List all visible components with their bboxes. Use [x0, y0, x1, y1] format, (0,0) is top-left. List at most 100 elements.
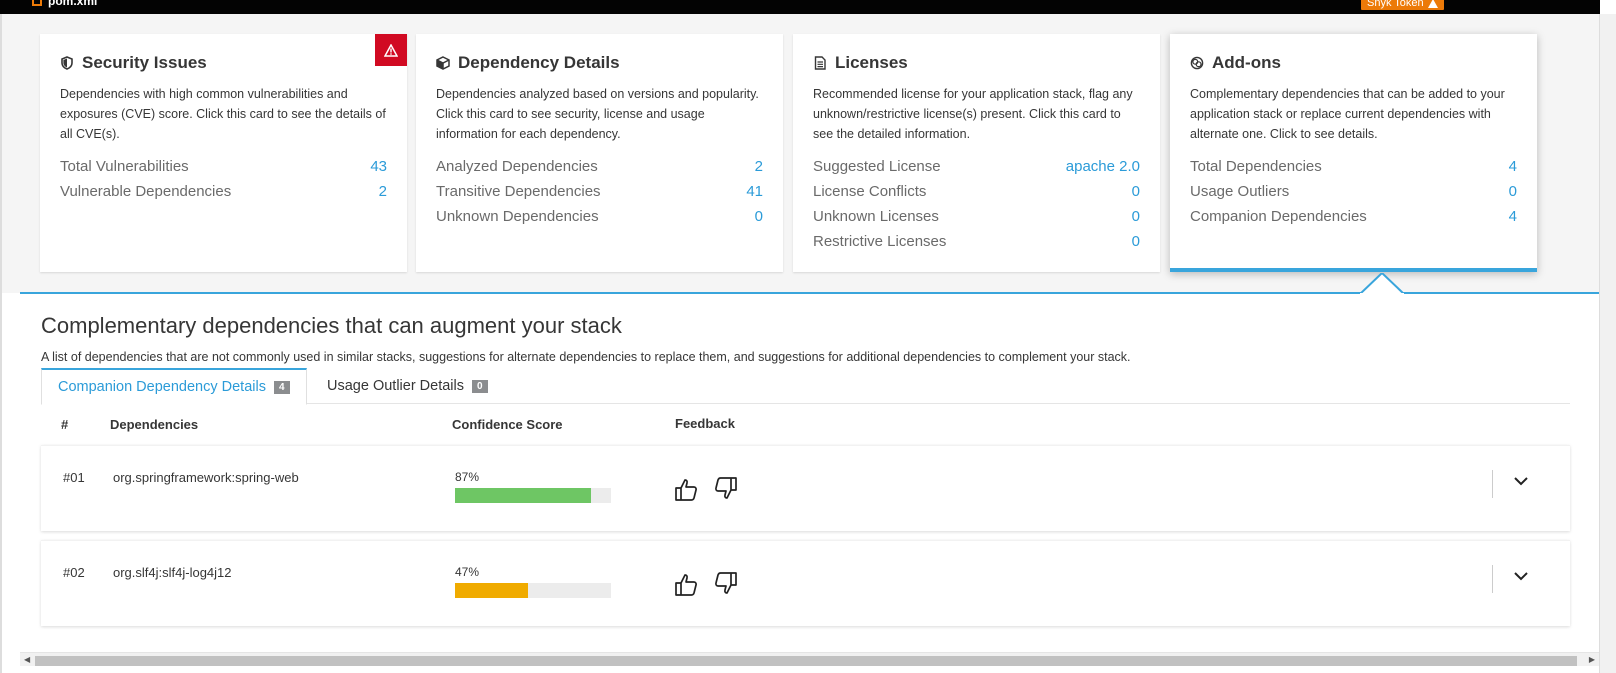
stat-value[interactable]: 41 [746, 179, 763, 204]
stat-value[interactable]: 0 [1132, 179, 1140, 204]
thumbs-up-icon[interactable] [673, 476, 701, 504]
row-divider [1492, 470, 1493, 498]
row-number: #02 [63, 565, 85, 580]
card-title-text: Dependency Details [458, 53, 620, 72]
tab-label: Usage Outlier Details [327, 378, 464, 394]
stat-label: Analyzed Dependencies [436, 158, 598, 175]
licenses-card[interactable]: Licenses Recommended license for your ap… [793, 34, 1160, 272]
card-title: Dependency Details [436, 48, 763, 78]
stat-row: Restrictive Licenses 0 [813, 229, 1140, 254]
stat-value[interactable]: 0 [1132, 204, 1140, 229]
column-header-number: # [61, 417, 69, 432]
column-header-dependencies: Dependencies [110, 417, 199, 432]
stat-label: Unknown Dependencies [436, 208, 599, 225]
column-header-confidence-score: Confidence Score [452, 417, 563, 432]
addons-icon [1190, 56, 1204, 70]
chevron-down-icon[interactable] [1513, 571, 1529, 581]
card-title-text: Licenses [835, 53, 908, 72]
file-tab[interactable]: pom.xml [32, 0, 97, 8]
add-ons-card[interactable]: Add-ons Complementary dependencies that … [1170, 34, 1537, 272]
tab-label: Companion Dependency Details [58, 379, 266, 395]
card-title: Licenses [813, 48, 1140, 78]
stat-label: Suggested License [813, 158, 941, 175]
security-issues-card[interactable]: Security Issues Dependencies with high c… [40, 34, 407, 272]
document-icon [814, 56, 826, 70]
stat-value[interactable]: 0 [1509, 179, 1517, 204]
section-title: Complementary dependencies that can augm… [41, 313, 622, 338]
table-row[interactable]: #01 org.springframework:spring-web 87% [41, 445, 1570, 531]
thumbs-down-icon[interactable] [713, 571, 741, 599]
count-badge: 4 [273, 380, 290, 394]
stat-row: License Conflicts 0 [813, 179, 1140, 204]
dependency-details-card[interactable]: Dependency Details Dependencies analyzed… [416, 34, 783, 272]
stat-label: Usage Outliers [1190, 183, 1290, 200]
stat-row: Usage Outliers 0 [1190, 179, 1517, 204]
stat-value[interactable]: 0 [1132, 229, 1140, 254]
horizontal-scrollbar[interactable]: ◀ ▶ [20, 652, 1599, 666]
chevron-down-icon[interactable] [1513, 476, 1529, 486]
card-description: Dependencies analyzed based on versions … [436, 87, 759, 141]
stat-label: Total Dependencies [1190, 158, 1322, 175]
count-badge: 0 [472, 379, 488, 393]
top-bar: pom.xml Snyk Token [0, 0, 1600, 14]
confidence-percent: 47% [455, 565, 480, 579]
stat-value[interactable]: 0 [755, 204, 763, 229]
cube-icon [436, 56, 450, 70]
stat-value[interactable]: 2 [755, 154, 763, 179]
active-card-pointer [1360, 273, 1404, 295]
stat-value[interactable]: 4 [1509, 204, 1517, 229]
stat-row: Unknown Licenses 0 [813, 204, 1140, 229]
confidence-percent: 87% [455, 470, 480, 484]
thumbs-up-icon[interactable] [673, 571, 701, 599]
card-description: Complementary dependencies that can be a… [1190, 87, 1505, 141]
stat-value[interactable]: 2 [379, 179, 387, 204]
warning-icon [1427, 0, 1438, 8]
stat-row: Companion Dependencies 4 [1190, 204, 1517, 229]
card-title-text: Security Issues [82, 53, 207, 72]
tab-usage-outlier-details[interactable]: Usage Outlier Details 0 [311, 368, 504, 404]
column-header-feedback: Feedback [675, 416, 735, 431]
stat-label: License Conflicts [813, 183, 927, 200]
detail-tabs: Companion Dependency Details 4 Usage Out… [41, 368, 1570, 405]
stat-label: Companion Dependencies [1190, 208, 1367, 225]
row-divider [1492, 565, 1493, 593]
stat-row: Suggested License apache 2.0 [813, 154, 1140, 179]
card-description: Dependencies with high common vulnerabil… [60, 87, 386, 141]
snyk-token-label: Snyk Token [1367, 0, 1424, 9]
dependency-name: org.springframework:spring-web [113, 470, 299, 485]
row-number: #01 [63, 470, 85, 485]
tab-companion-dependency-details[interactable]: Companion Dependency Details 4 [41, 368, 307, 405]
scroll-left-arrow[interactable]: ◀ [24, 655, 30, 664]
scrollbar-thumb[interactable] [35, 656, 1577, 666]
stat-label: Total Vulnerabilities [60, 158, 189, 175]
stat-row: Total Vulnerabilities 43 [60, 154, 387, 179]
stat-row: Analyzed Dependencies 2 [436, 154, 763, 179]
card-title: Security Issues [60, 48, 387, 78]
section-description: A list of dependencies that are not comm… [41, 350, 1131, 364]
file-name: pom.xml [48, 0, 98, 8]
stat-value[interactable]: apache 2.0 [1066, 154, 1140, 179]
confidence-bar [455, 488, 611, 503]
stat-label: Restrictive Licenses [813, 233, 947, 250]
alert-badge [375, 34, 407, 66]
card-title: Add-ons [1190, 48, 1517, 78]
stat-value[interactable]: 4 [1509, 154, 1517, 179]
card-title-text: Add-ons [1212, 53, 1281, 72]
dependency-name: org.slf4j:slf4j-log4j12 [113, 565, 232, 580]
snyk-token-button[interactable]: Snyk Token [1361, 0, 1444, 10]
confidence-bar-fill [455, 488, 591, 503]
stat-row: Vulnerable Dependencies 2 [60, 179, 387, 204]
table-row[interactable]: #02 org.slf4j:slf4j-log4j12 47% [41, 540, 1570, 626]
warning-icon [384, 43, 398, 57]
stat-value[interactable]: 43 [370, 154, 387, 179]
vertical-scrollbar[interactable] [1599, 14, 1616, 673]
stat-label: Unknown Licenses [813, 208, 939, 225]
thumbs-down-icon[interactable] [713, 476, 741, 504]
file-icon [32, 0, 42, 6]
confidence-bar [455, 583, 611, 598]
scroll-right-arrow[interactable]: ▶ [1589, 655, 1595, 664]
stat-row: Unknown Dependencies 0 [436, 204, 763, 229]
stat-row: Total Dependencies 4 [1190, 154, 1517, 179]
card-description: Recommended license for your application… [813, 87, 1133, 141]
shield-icon [61, 56, 73, 70]
